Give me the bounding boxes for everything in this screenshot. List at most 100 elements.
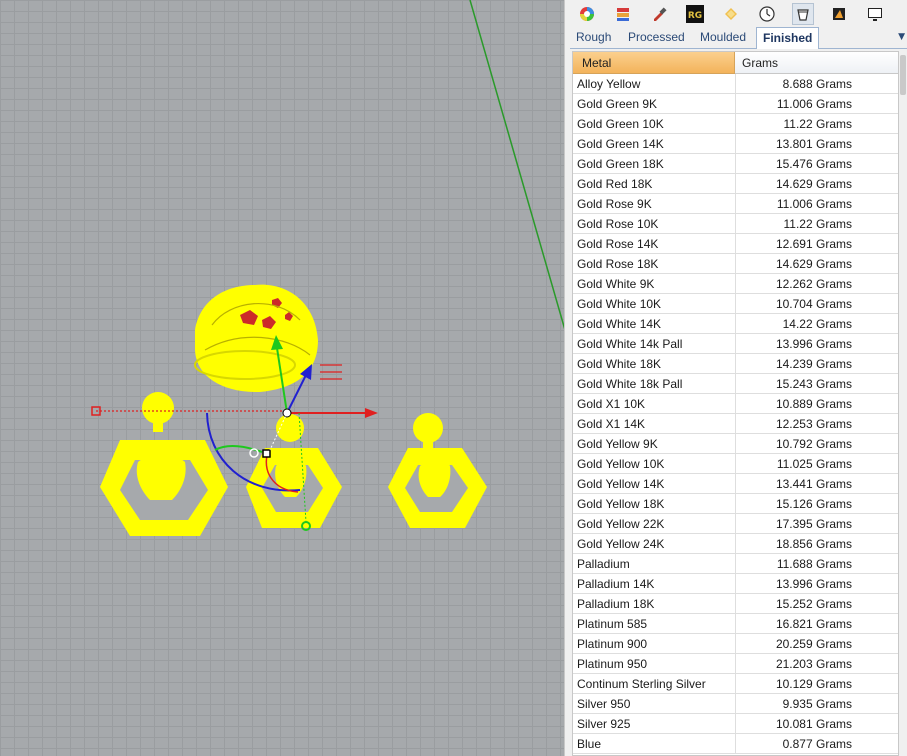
table-row[interactable]: Gold X1 14K 12.253 Grams [573,414,898,434]
metal-name-cell: Gold Rose 18K [577,257,659,271]
grams-value: 11.006 Grams [776,97,852,111]
earring-center[interactable] [246,414,342,528]
grams-cell: 14.239 Grams [735,354,898,373]
render-icon[interactable] [828,3,850,25]
grams-value: 11.22 Grams [783,217,852,231]
metal-name-cell: Gold White 18k Pall [577,377,683,391]
clock-icon[interactable] [756,3,778,25]
table-row[interactable]: Gold Yellow 9K 10.792 Grams [573,434,898,454]
table-row[interactable]: Continum Sterling Silver 10.129 Grams [573,674,898,694]
metal-name-cell: Gold Green 14K [577,137,664,151]
table-row[interactable]: Gold White 14k Pall 13.996 Grams [573,334,898,354]
table-row[interactable]: Gold Green 14K 13.801 Grams [573,134,898,154]
table-row[interactable]: Platinum 950 21.203 Grams [573,654,898,674]
table-row[interactable]: Blue 0.877 Grams [573,734,898,754]
gem-icon[interactable] [720,3,742,25]
earring-left[interactable] [100,392,228,536]
grams-cell: 8.688 Grams [735,74,898,93]
tab-processed[interactable]: Processed [628,27,685,48]
metal-name-cell: Gold Yellow 18K [577,497,665,511]
world-y-axis-line [469,0,565,331]
table-row[interactable]: Gold Yellow 10K 11.025 Grams [573,454,898,474]
metal-name-cell: Gold Green 18K [577,157,664,171]
ring-model[interactable] [194,284,318,393]
3d-viewport[interactable] [0,0,565,756]
grams-value: 11.006 Grams [776,197,852,211]
table-row[interactable]: Gold White 14K 14.22 Grams [573,314,898,334]
table-row[interactable]: Gold Yellow 14K 13.441 Grams [573,474,898,494]
metal-name-cell: Gold Rose 9K [577,197,652,211]
tab-moulded[interactable]: Moulded [700,27,746,48]
grams-value: 14.239 Grams [775,357,852,371]
earring-right[interactable] [388,413,487,528]
table-row[interactable]: Gold Yellow 22K 17.395 Grams [573,514,898,534]
color-wheel-icon[interactable] [576,3,598,25]
column-header-metal[interactable]: Metal [573,52,735,74]
grams-cell: 16.821 Grams [735,614,898,633]
grams-cell: 15.126 Grams [735,494,898,513]
grams-value: 14.629 Grams [775,257,852,271]
grams-value: 20.259 Grams [775,637,852,651]
grams-cell: 11.006 Grams [735,94,898,113]
grams-value: 11.22 Grams [783,117,852,131]
metal-name-cell: Gold White 10K [577,297,662,311]
table-row[interactable]: Gold Green 18K 15.476 Grams [573,154,898,174]
vertical-scrollbar[interactable] [899,51,907,756]
table-row[interactable]: Gold X1 10K 10.889 Grams [573,394,898,414]
table-row[interactable]: Platinum 585 16.821 Grams [573,614,898,634]
table-row[interactable]: Gold Yellow 24K 18.856 Grams [573,534,898,554]
grams-cell: 0.877 Grams [735,734,898,753]
table-row[interactable]: Gold White 18K 14.239 Grams [573,354,898,374]
table-row[interactable]: Gold Rose 14K 12.691 Grams [573,234,898,254]
tab-overflow-icon[interactable]: ▼ [898,32,905,42]
table-row[interactable]: Alloy Yellow 8.688 Grams [573,74,898,94]
table-row[interactable]: Palladium 14K 13.996 Grams [573,574,898,594]
metal-name-cell: Gold Yellow 24K [577,537,665,551]
weight-bucket-icon[interactable] [792,3,814,25]
grams-cell: 11.688 Grams [735,554,898,573]
metal-name-cell: Palladium [577,557,630,571]
table-row[interactable]: Palladium 18K 15.252 Grams [573,594,898,614]
metal-name-cell: Platinum 585 [577,617,648,631]
grams-value: 10.704 Grams [775,297,852,311]
grams-value: 15.243 Grams [775,377,852,391]
grams-value: 12.262 Grams [775,277,852,291]
monitor-icon[interactable] [864,3,886,25]
tab-rough[interactable]: Rough [576,27,611,48]
table-row[interactable]: Gold White 18k Pall 15.243 Grams [573,374,898,394]
metal-name-cell: Gold Yellow 9K [577,437,658,451]
table-row[interactable]: Gold Yellow 18K 15.126 Grams [573,494,898,514]
table-row[interactable]: Gold Red 18K 14.629 Grams [573,174,898,194]
viewport-scene[interactable] [0,0,565,756]
grams-cell: 10.792 Grams [735,434,898,453]
metal-name-cell: Gold Rose 10K [577,217,659,231]
rg-logo-text: RG [688,11,702,21]
grams-cell: 20.259 Grams [735,634,898,653]
scrollbar-thumb[interactable] [900,55,906,95]
table-row[interactable]: Gold White 10K 10.704 Grams [573,294,898,314]
rg-logo-icon[interactable]: RG [684,3,706,25]
column-header-grams[interactable]: Grams [735,52,898,74]
grams-cell: 14.629 Grams [735,254,898,273]
table-row[interactable]: Gold Rose 18K 14.629 Grams [573,254,898,274]
table-row[interactable]: Gold Green 9K 11.006 Grams [573,94,898,114]
metal-name-cell: Silver 925 [577,717,631,731]
grams-cell: 11.22 Grams [735,114,898,133]
table-row[interactable]: Gold Rose 10K 11.22 Grams [573,214,898,234]
tab-finished[interactable]: Finished [756,27,820,49]
table-row[interactable]: Gold Rose 9K 11.006 Grams [573,194,898,214]
table-row[interactable]: Palladium 11.688 Grams [573,554,898,574]
table-row[interactable]: Gold Green 10K 11.22 Grams [573,114,898,134]
grams-value: 18.856 Grams [775,537,852,551]
table-row[interactable]: Gold White 9K 12.262 Grams [573,274,898,294]
table-row[interactable]: Silver 950 9.935 Grams [573,694,898,714]
tab-strip: Rough Processed Moulded Finished [570,27,907,49]
layers-icon[interactable] [612,3,634,25]
grams-cell: 11.22 Grams [735,214,898,233]
eyedropper-icon[interactable] [648,3,670,25]
grams-cell: 12.253 Grams [735,414,898,433]
table-row[interactable]: Platinum 900 20.259 Grams [573,634,898,654]
grams-value: 14.22 Grams [782,317,852,331]
grams-cell: 17.395 Grams [735,514,898,533]
table-row[interactable]: Silver 925 10.081 Grams [573,714,898,734]
